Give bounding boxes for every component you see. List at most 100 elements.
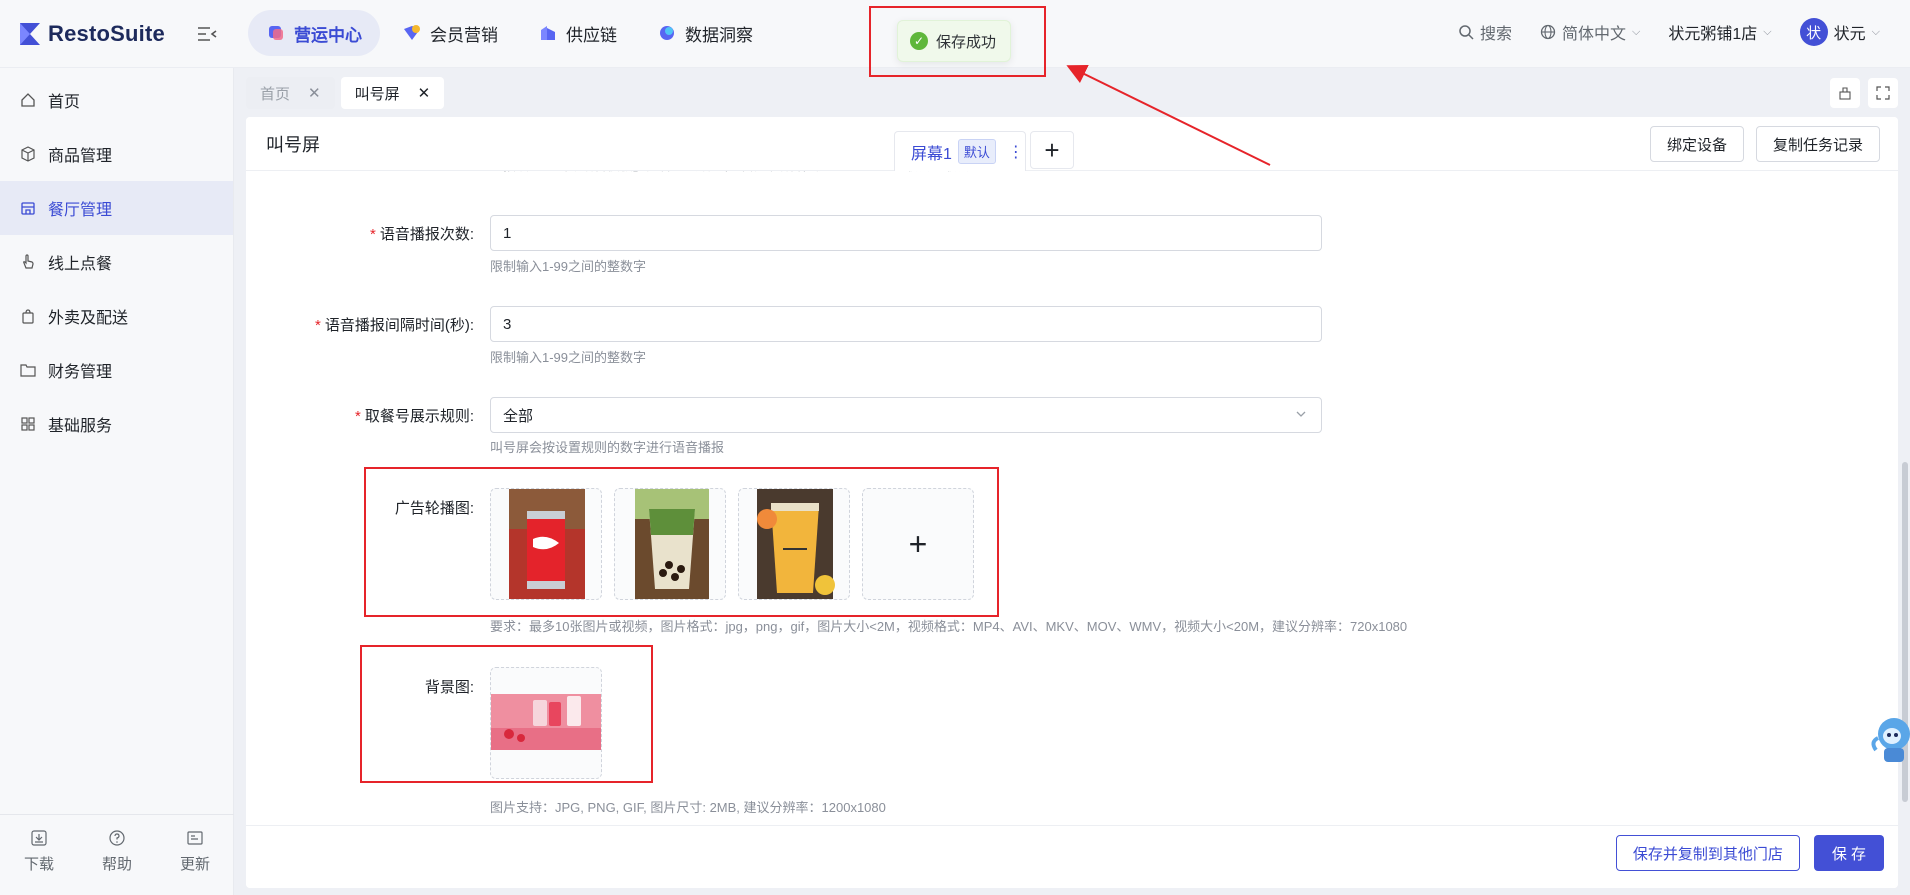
user-menu[interactable]: 状 状元 ⌵ xyxy=(1799,18,1880,46)
sidebar-item-label: 线上点餐 xyxy=(48,256,113,273)
voice-interval-label: * 语音播报间隔时间(秒): xyxy=(314,317,474,334)
download-label: 下载 xyxy=(23,856,54,873)
collapse-menu-icon[interactable] xyxy=(196,24,218,44)
sidebar-item-products[interactable]: 商品管理 xyxy=(0,127,233,181)
download-button[interactable]: 下载 xyxy=(24,829,54,895)
brand-logo[interactable]: RestoSuite xyxy=(18,18,165,50)
ad-carousel-hint: 要求：最多10张图片或视频，图片格式：jpg，png，gif，图片大小<2M，视… xyxy=(490,619,1408,634)
sidebar-item-label: 基础服务 xyxy=(48,418,113,435)
header-actions: 绑定设备 复制任务记录 xyxy=(1649,126,1880,162)
sidebar-item-label: 外卖及配送 xyxy=(48,310,129,327)
page-title: 叫号屏 xyxy=(266,135,320,155)
home-icon xyxy=(21,93,35,107)
update-button[interactable]: 更新 xyxy=(180,829,210,895)
help-button[interactable]: 帮助 xyxy=(102,829,132,895)
update-icon xyxy=(187,831,203,845)
broom-icon xyxy=(1839,87,1851,100)
language-selector[interactable]: 简体中文 ⌵ xyxy=(1540,20,1640,44)
add-screen-button[interactable]: + xyxy=(1030,131,1074,169)
pickup-rule-hint: 叫号屏会按设置规则的数字进行语音播报 xyxy=(490,440,725,455)
fullscreen-button[interactable] xyxy=(1868,78,1898,108)
bag-icon xyxy=(22,309,34,324)
sidebar-item-label: 首页 xyxy=(48,94,81,111)
pickup-rule-select[interactable]: 全部 xyxy=(490,397,1322,433)
sidebar-item-restaurant[interactable]: 餐厅管理 xyxy=(0,181,233,235)
sidebar-item-label: 商品管理 xyxy=(48,148,113,165)
assistant-mascot-icon[interactable] xyxy=(1866,708,1910,768)
avatar: 状 xyxy=(1799,18,1828,46)
store-icon xyxy=(21,202,35,215)
store-label: 状元粥铺1店 xyxy=(1668,26,1758,43)
bind-device-button[interactable]: 绑定设备 xyxy=(1649,126,1744,162)
window-tools xyxy=(1830,78,1898,108)
top-right-tools: 搜索 简体中文 ⌵ 状元粥铺1店 ⌵ 状 状元 ⌵ xyxy=(1458,18,1880,46)
brand-logo-icon xyxy=(20,23,40,45)
voice-times-label: * 语音播报次数: xyxy=(369,226,474,243)
annotation-box-ad-carousel xyxy=(364,467,999,617)
search-button[interactable]: 搜索 xyxy=(1458,20,1512,44)
chevron-down-icon xyxy=(1296,411,1306,417)
tab-label: 首页 xyxy=(260,85,291,103)
download-icon xyxy=(31,830,47,846)
data-insight-icon xyxy=(660,26,674,40)
grid-icon xyxy=(21,417,35,431)
brand-name: RestoSuite xyxy=(48,21,165,46)
nav-supply-chain-label: 供应链 xyxy=(566,25,617,45)
search-label: 搜索 xyxy=(1480,26,1513,43)
screen-tab-label: 屏幕1 xyxy=(911,145,952,163)
annotation-box-background xyxy=(360,645,653,783)
nav-supply-chain[interactable]: 供应链 xyxy=(520,10,635,56)
search-icon xyxy=(1459,25,1474,40)
voice-times-hint: 限制输入1-99之间的整数字 xyxy=(490,259,647,274)
tab-home[interactable]: 首页 ✕ xyxy=(246,77,335,109)
pickup-rule-label: * 取餐号展示规则: xyxy=(354,408,474,425)
chevron-down-icon: ⌵ xyxy=(1871,25,1880,38)
voice-interval-hint: 限制输入1-99之间的整数字 xyxy=(490,350,647,365)
fullscreen-icon xyxy=(1876,86,1890,100)
voice-times-input[interactable]: 1 xyxy=(490,215,1322,251)
sidebar-bottom-bar: 下载 帮助 更新 xyxy=(0,814,234,895)
sidebar-item-label: 餐厅管理 xyxy=(48,202,113,219)
store-selector[interactable]: 状元粥铺1店 ⌵ xyxy=(1668,20,1771,44)
help-icon xyxy=(109,830,125,846)
operations-icon xyxy=(269,26,283,40)
page-tabs: 首页 ✕ 叫号屏 ✕ xyxy=(246,77,445,109)
nav-member-marketing-label: 会员营销 xyxy=(430,25,498,45)
panel-footer: 保存并复制到其他门店 保 存 xyxy=(246,825,1898,888)
sidebar-item-online-order[interactable]: 线上点餐 xyxy=(0,235,233,289)
box-icon xyxy=(21,146,35,162)
language-label: 简体中文 xyxy=(1562,26,1627,43)
globe-icon xyxy=(1540,24,1556,40)
nav-operations[interactable]: 营运中心 xyxy=(248,10,380,56)
nav-operations-label: 营运中心 xyxy=(294,25,362,45)
help-label: 帮助 xyxy=(101,856,132,873)
sidebar-item-basic-services[interactable]: 基础服务 xyxy=(0,397,233,451)
save-and-copy-button[interactable]: 保存并复制到其他门店 xyxy=(1615,835,1800,871)
user-name: 状元 xyxy=(1833,26,1866,43)
save-button[interactable]: 保 存 xyxy=(1813,835,1884,871)
close-icon[interactable]: ✕ xyxy=(418,84,431,102)
clear-cache-button[interactable] xyxy=(1830,78,1860,108)
supply-chain-icon xyxy=(541,26,555,40)
panel-header: 叫号屏 屏幕1 默认 ⋮ + 绑定设备 复制任务记录 xyxy=(246,117,1898,171)
main-nav: 营运中心 会员营销 供应链 数据洞察 xyxy=(248,10,771,56)
more-vertical-icon[interactable]: ⋮ xyxy=(1008,142,1024,162)
screen-tab[interactable]: 屏幕1 默认 ⋮ xyxy=(894,131,1026,171)
annotation-box-toast xyxy=(869,6,1046,77)
member-marketing-icon xyxy=(404,25,420,40)
folder-icon xyxy=(20,364,36,377)
nav-data-insight-label: 数据洞察 xyxy=(685,25,753,45)
voice-interval-input[interactable]: 3 xyxy=(490,306,1322,342)
close-icon[interactable]: ✕ xyxy=(308,84,321,102)
nav-member-marketing[interactable]: 会员营销 xyxy=(384,10,516,56)
sidebar: 首页 商品管理 餐厅管理 线上点餐 外卖及配送 财务管理 基础服务 下载 帮助 xyxy=(0,68,234,895)
nav-data-insight[interactable]: 数据洞察 xyxy=(639,10,771,56)
sidebar-item-delivery[interactable]: 外卖及配送 xyxy=(0,289,233,343)
sidebar-item-home[interactable]: 首页 xyxy=(0,73,233,127)
default-badge: 默认 xyxy=(957,139,996,164)
copy-task-records-button[interactable]: 复制任务记录 xyxy=(1755,126,1880,162)
background-hint: 图片支持：JPG, PNG, GIF, 图片尺寸: 2MB, 建议分辨率：120… xyxy=(490,800,886,815)
sidebar-item-finance[interactable]: 财务管理 xyxy=(0,343,233,397)
hand-pointer-icon xyxy=(23,254,34,269)
tab-call-screen[interactable]: 叫号屏 ✕ xyxy=(340,77,445,109)
